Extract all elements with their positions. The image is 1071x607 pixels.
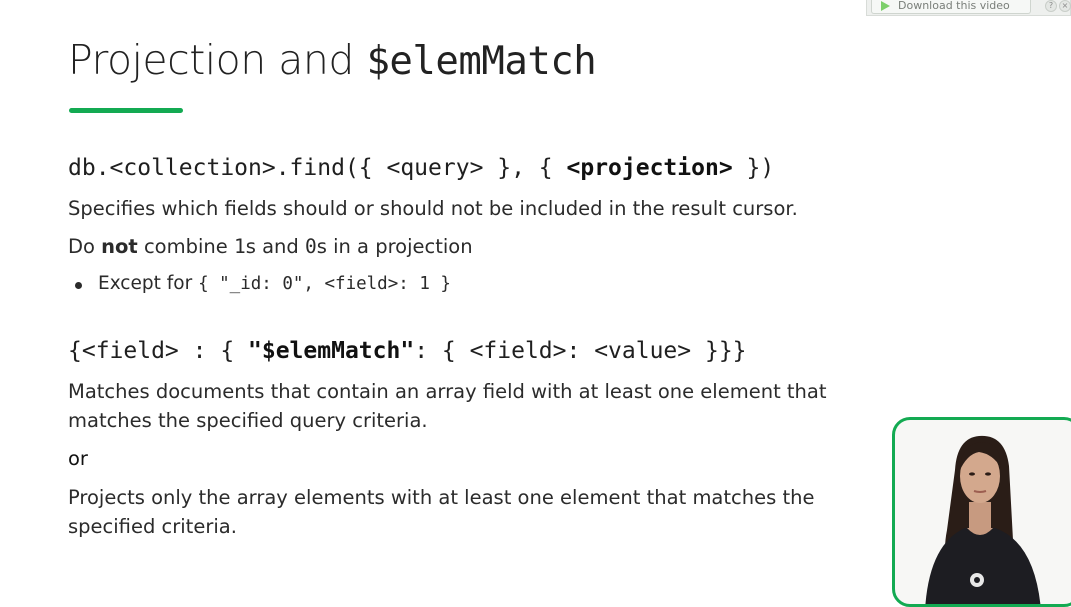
- download-label: Download this video: [898, 0, 1010, 12]
- projection-syntax: db.<collection>.find({ <query> }, { <pro…: [68, 155, 774, 181]
- projection-syntax-prefix: db.<collection>.find({ <query> }, {: [68, 155, 567, 181]
- combine-note: Do not combine 1s and 0s in a projection: [68, 235, 473, 258]
- projection-syntax-suffix: }): [732, 155, 775, 181]
- combine-note-one: 1: [233, 235, 246, 258]
- combine-note-zero: 0: [304, 235, 317, 258]
- download-video-button[interactable]: Download this video: [871, 0, 1031, 14]
- elemmatch-desc-line2: matches the specified query criteria.: [68, 409, 428, 432]
- close-icon[interactable]: ×: [1059, 0, 1071, 12]
- bullet-label: Except for: [98, 273, 199, 294]
- elemmatch-desc-line1: Matches documents that contain an array …: [68, 380, 827, 403]
- elemmatch-syntax-prefix: {<field> : {: [68, 338, 249, 364]
- project-desc-line2: specified criteria.: [68, 515, 237, 538]
- combine-note-mid2: s and: [245, 235, 305, 258]
- combine-note-mid1: combine: [137, 235, 234, 258]
- presenter-figure: [925, 435, 1041, 604]
- play-icon: [881, 1, 890, 11]
- download-bar: Download this video ? ×: [866, 0, 1071, 16]
- bullet-dot: [75, 282, 82, 289]
- slide-title-code: $elemMatch: [366, 39, 597, 84]
- help-icon[interactable]: ?: [1045, 0, 1057, 12]
- project-desc-line1: Projects only the array elements with at…: [68, 486, 815, 509]
- projection-description: Specifies which fields should or should …: [68, 197, 798, 220]
- combine-note-post: s in a projection: [316, 235, 473, 258]
- combine-note-pre: Do: [68, 235, 102, 258]
- slide-title: Projection and $elemMatch: [68, 36, 597, 84]
- title-underline: [69, 108, 183, 113]
- combine-note-bold: not: [101, 235, 138, 258]
- presenter-video: [892, 417, 1071, 607]
- slide-title-text: Projection and: [68, 36, 367, 84]
- or-separator: or: [68, 447, 88, 470]
- elemmatch-syntax: {<field> : { "$elemMatch": { <field>: <v…: [68, 338, 747, 364]
- elemmatch-syntax-suffix: : { <field>: <value> }}}: [414, 338, 747, 364]
- projection-syntax-bold: <projection>: [566, 155, 733, 181]
- bullet-item: Except for { "_id: 0", <field>: 1 }: [98, 273, 451, 294]
- elemmatch-syntax-bold: "$elemMatch": [248, 338, 415, 364]
- bullet-code: { "_id: 0", <field>: 1 }: [198, 274, 451, 294]
